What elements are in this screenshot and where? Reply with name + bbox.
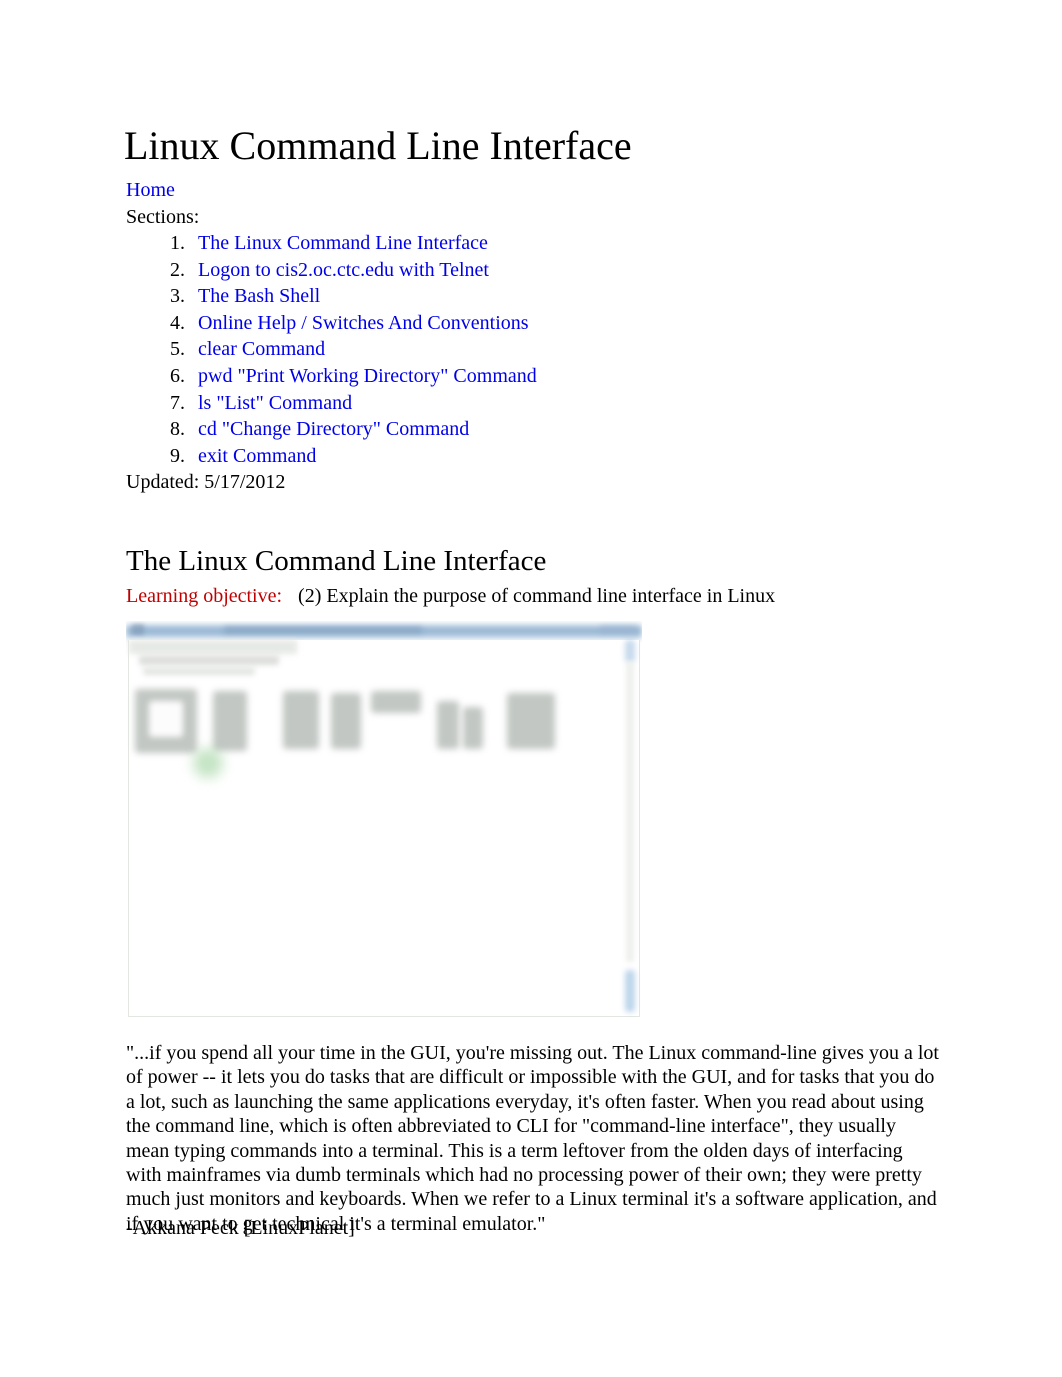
list-item: ls "List" Command: [190, 390, 537, 417]
glyph-highlight-1: [149, 701, 183, 737]
list-item: Logon to cis2.oc.ctc.edu with Telnet: [190, 257, 537, 284]
scrollbar-up-arrow-icon[interactable]: [625, 640, 635, 662]
scrollbar-thumb[interactable]: [625, 970, 635, 1012]
window-icon: [132, 624, 144, 635]
sections-label: Sections:: [126, 206, 200, 228]
list-item: Online Help / Switches And Conventions: [190, 310, 537, 337]
section-link-5[interactable]: clear Command: [198, 338, 325, 360]
green-status-dot-icon: [193, 748, 223, 778]
list-item: The Linux Command Line Interface: [190, 230, 537, 257]
window-menu-subtext: [143, 668, 255, 675]
quote-attribution: -Akkana Peck [LinuxPlanet]: [126, 1217, 355, 1239]
glyph-block-4: [331, 693, 361, 749]
list-item: The Bash Shell: [190, 283, 537, 310]
learning-objective-text: (2) Explain the purpose of command line …: [298, 585, 776, 607]
section-link-1[interactable]: The Linux Command Line Interface: [198, 232, 488, 254]
learning-objective: Learning objective: (2) Explain the purpo…: [126, 583, 775, 609]
glyph-block-6: [437, 701, 459, 749]
home-link[interactable]: Home: [126, 177, 175, 203]
section-link-3[interactable]: The Bash Shell: [198, 285, 320, 307]
scrollbar-track[interactable]: [626, 662, 634, 962]
list-item: clear Command: [190, 336, 537, 363]
window-menu-text: [139, 656, 279, 665]
list-item: pwd "Print Working Directory" Command: [190, 363, 537, 390]
quote-paragraph: "...if you spend all your time in the GU…: [126, 1042, 939, 1235]
section-link-7[interactable]: ls "List" Command: [198, 392, 352, 414]
section-link-6[interactable]: pwd "Print Working Directory" Command: [198, 365, 537, 387]
glyph-block-7: [463, 707, 483, 749]
window-toolbar: [129, 640, 297, 654]
section-link-8[interactable]: cd "Change Directory" Command: [198, 418, 469, 440]
section-link-2[interactable]: Logon to cis2.oc.ctc.edu with Telnet: [198, 259, 489, 281]
glyph-block-3: [283, 691, 319, 749]
glyph-block-8: [507, 693, 555, 749]
document-page: Linux Command Line Interface Home Sectio…: [0, 0, 1062, 1377]
window-controls-icon: [600, 625, 636, 634]
list-item: exit Command: [190, 443, 537, 470]
section-heading: The Linux Command Line Interface: [126, 545, 547, 577]
window-title-text: [224, 626, 422, 634]
window-body: [128, 640, 640, 1017]
section-link-9[interactable]: exit Command: [198, 445, 316, 467]
glyph-block-2: [213, 691, 247, 751]
figure-screenshot-image: [126, 621, 642, 1019]
sections-list: The Linux Command Line Interface Logon t…: [126, 230, 537, 469]
learning-objective-label: Learning objective:: [126, 585, 283, 607]
list-item: cd "Change Directory" Command: [190, 416, 537, 443]
section-link-4[interactable]: Online Help / Switches And Conventions: [198, 312, 529, 334]
page-title: Linux Command Line Interface: [124, 123, 632, 168]
window-glyph-row: [135, 685, 605, 757]
updated-date: Updated: 5/17/2012: [126, 471, 286, 493]
glyph-block-5: [371, 691, 421, 713]
